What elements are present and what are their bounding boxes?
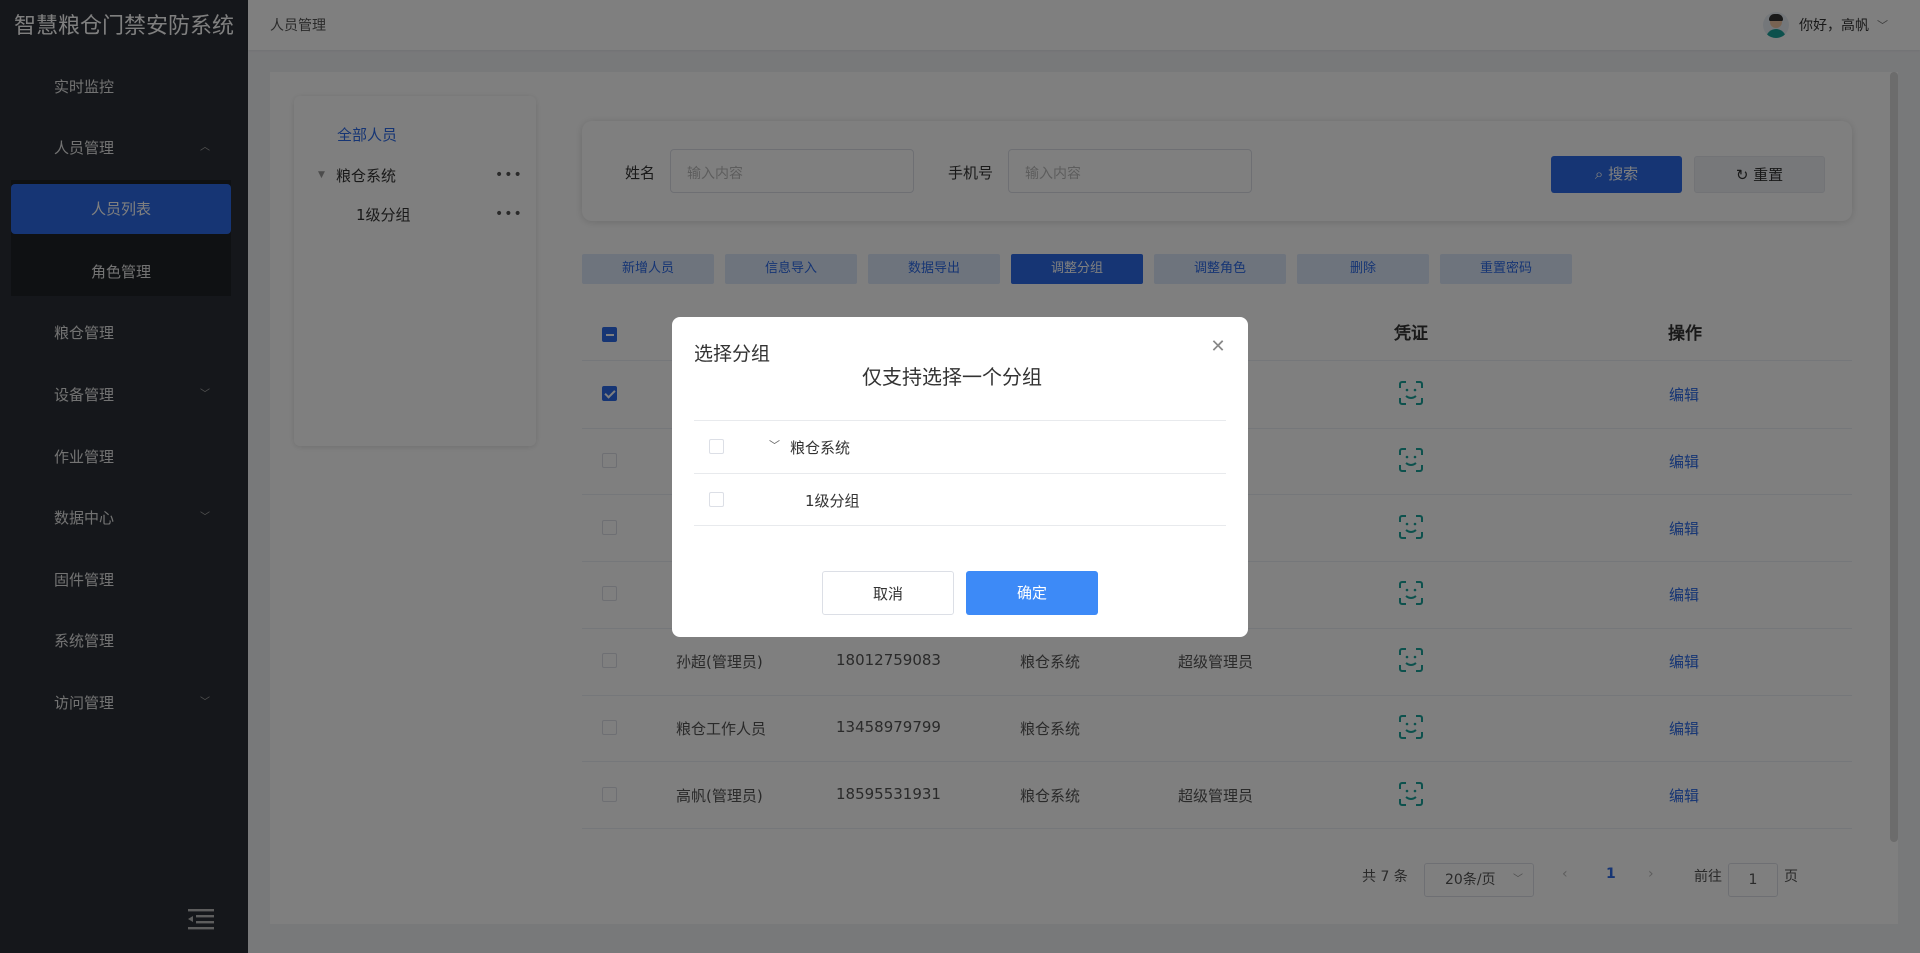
divider — [694, 420, 1226, 421]
group-checkbox[interactable] — [709, 492, 724, 507]
divider — [694, 525, 1226, 526]
dialog-group-root[interactable]: 粮仓系统 — [790, 437, 850, 458]
confirm-button[interactable]: 确定 — [966, 571, 1098, 615]
chevron-down-icon[interactable]: ﹀ — [769, 437, 780, 453]
group-checkbox[interactable] — [709, 439, 724, 454]
dialog-subtitle: 仅支持选择一个分组 — [862, 365, 1042, 389]
select-group-dialog: 选择分组 仅支持选择一个分组 ✕ ﹀ 粮仓系统 1级分组 取消 确定 — [672, 317, 1248, 637]
close-icon[interactable]: ✕ — [1208, 337, 1228, 357]
dialog-group-child[interactable]: 1级分组 — [805, 490, 860, 511]
divider — [694, 473, 1226, 474]
cancel-button[interactable]: 取消 — [822, 571, 954, 615]
